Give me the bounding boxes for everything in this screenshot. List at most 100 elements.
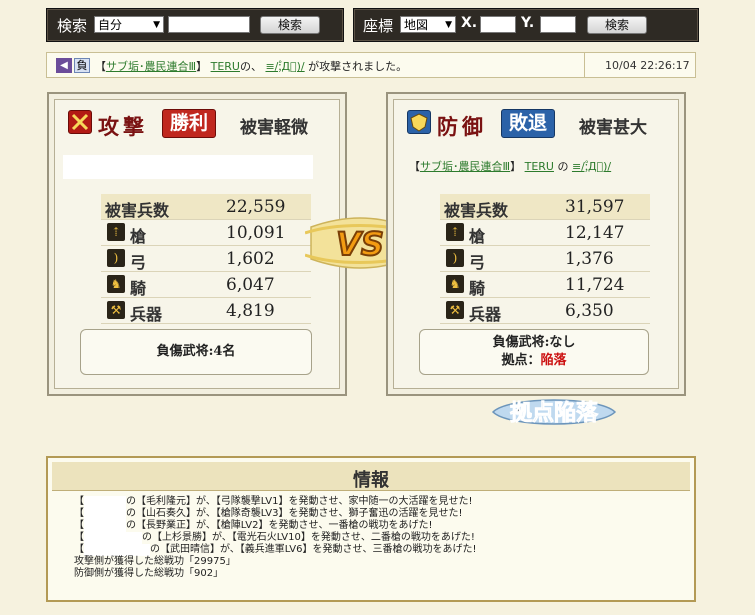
battle-notice: ◀ 負 【サブ垢･農民連合Ⅲ】 TERUの、 ≡/;゚Д゚)/ が攻撃されました… bbox=[46, 52, 696, 78]
y-coord-input[interactable] bbox=[540, 16, 576, 33]
defender-name-line: 【サブ垢･農民連合Ⅲ】 TERU の ≡/;゚Д゚)/ bbox=[409, 158, 611, 174]
coord-search-bar: 座標 地図 ▼ X. Y. 検索 bbox=[353, 8, 699, 42]
base-fallen-text: 拠点陥落 bbox=[510, 400, 599, 426]
flag-icon: ◀ bbox=[56, 58, 72, 73]
defense-cavalry-row: ♞ 騎 11,724 bbox=[440, 272, 650, 298]
attack-heading: 攻撃 bbox=[98, 114, 148, 139]
info-panel: 情報 【 の【毛利隆元】が、【弓隊襲撃LV1】を発動させ、家中随一の大活躍を見せ… bbox=[46, 456, 696, 602]
search-scope-value: 自分 bbox=[98, 18, 123, 32]
log-text: の【毛利隆元】が、【弓隊襲撃LV1】を発動させ、家中随一の大活躍を見せた! bbox=[126, 496, 473, 507]
spear-icon: ⇡ bbox=[107, 223, 125, 241]
log-prefix: 【 bbox=[74, 532, 84, 543]
injured-generals: 負傷武将:なし bbox=[492, 335, 576, 350]
notice-comma: 、 bbox=[250, 60, 262, 73]
attack-injured-box: 負傷武将:4名 bbox=[80, 329, 312, 375]
log-text: の【長野業正】が、【槍陣LV2】を発動させ、一番槍の戦功をあげた! bbox=[126, 520, 433, 531]
redacted-name bbox=[84, 508, 126, 520]
log-line: 【 の【山石奏久】が、【槍隊奇襲LV3】を発動させ、獅子奮迅の活躍を見せた! bbox=[74, 508, 476, 520]
info-title: 情報 bbox=[353, 470, 389, 491]
coord-label: 座標 bbox=[363, 17, 394, 35]
map-select-value: 地図 bbox=[404, 18, 429, 32]
defense-spear-row: ⇡ 槍 12,147 bbox=[440, 220, 650, 246]
defense-siege-row: ⚒ 兵器 6,350 bbox=[440, 298, 650, 324]
defense-summary-box: 負傷武将:なし 拠点：陥落 bbox=[419, 329, 649, 375]
horse-icon: ♞ bbox=[107, 275, 125, 293]
log-prefix: 【 bbox=[74, 496, 84, 507]
attack-panel: 攻撃 勝利 被害軽微 被害兵数 22,559 ⇡ 槍 10,091 ) 弓 1,… bbox=[47, 92, 347, 396]
defense-damage-level: 被害甚大 bbox=[579, 118, 647, 138]
row-label: 弓 bbox=[469, 253, 486, 272]
base-label: 拠点： bbox=[501, 353, 541, 368]
attack-bow-row: ) 弓 1,602 bbox=[101, 246, 311, 272]
injured-generals: 負傷武将:4名 bbox=[156, 344, 236, 359]
shield-icon bbox=[407, 110, 431, 134]
horse-icon: ♞ bbox=[446, 275, 464, 293]
log-line: 【 の【武田晴信】が、【義兵進軍LV6】を発動させ、三番槍の戦功をあげた! bbox=[74, 544, 476, 556]
defender-target-link[interactable]: ≡/;゚Д゚)/ bbox=[572, 160, 611, 173]
row-value: 4,819 bbox=[226, 301, 275, 321]
log-line: 防御側が獲得した総戦功「902」 bbox=[74, 568, 476, 580]
defense-bow-row: ) 弓 1,376 bbox=[440, 246, 650, 272]
alliance-link[interactable]: サブ垢･農民連合Ⅲ bbox=[106, 60, 196, 73]
redacted-name bbox=[84, 532, 142, 544]
row-value: 11,724 bbox=[565, 275, 625, 295]
attack-damage-level: 被害軽微 bbox=[240, 118, 308, 138]
divider bbox=[584, 53, 585, 77]
bracket-close: 】 bbox=[196, 60, 208, 73]
map-select[interactable]: 地図 ▼ bbox=[400, 16, 456, 33]
row-label: 被害兵数 bbox=[444, 201, 509, 220]
row-value: 1,376 bbox=[565, 249, 614, 269]
defender-user-link[interactable]: TERU bbox=[525, 160, 554, 173]
defense-total-row: 被害兵数 31,597 bbox=[440, 194, 650, 220]
base-fallen-value: 陥落 bbox=[540, 353, 567, 368]
defender-alliance-link[interactable]: サブ垢･農民連合Ⅲ bbox=[420, 160, 510, 173]
search-label: 検索 bbox=[57, 17, 88, 35]
attack-spear-row: ⇡ 槍 10,091 bbox=[101, 220, 311, 246]
log-prefix: 【 bbox=[74, 520, 84, 531]
log-line: 【 の【毛利隆元】が、【弓隊襲撃LV1】を発動させ、家中随一の大活躍を見せた! bbox=[74, 496, 476, 508]
search-button[interactable]: 検索 bbox=[260, 16, 320, 34]
row-value: 31,597 bbox=[565, 197, 625, 217]
defeat-badge: 敗退 bbox=[501, 109, 555, 138]
chevron-down-icon: ▼ bbox=[153, 20, 160, 30]
notice-text: 【サブ垢･農民連合Ⅲ】 TERUの、 ≡/;゚Д゚)/ が攻撃されました。 bbox=[95, 58, 407, 74]
log-line: 【 の【上杉景勝】が、【電光石火LV10】を発動させ、二番槍の戦功をあげた! bbox=[74, 532, 476, 544]
bracket-open: 【 bbox=[95, 60, 106, 73]
spear-icon: ⇡ bbox=[446, 223, 464, 241]
row-value: 6,047 bbox=[226, 275, 275, 295]
defense-panel: 防御 敗退 被害甚大 【サブ垢･農民連合Ⅲ】 TERU の ≡/;゚Д゚)/ 被… bbox=[386, 92, 686, 396]
coord-search-button[interactable]: 検索 bbox=[587, 16, 647, 34]
log-text: の【上杉景勝】が、【電光石火LV10】を発動させ、二番槍の戦功をあげた! bbox=[142, 532, 475, 543]
target-link[interactable]: ≡/;゚Д゚)/ bbox=[265, 60, 304, 73]
redacted-name bbox=[84, 520, 126, 532]
log-text: の【山石奏久】が、【槍隊奇襲LV3】を発動させ、獅子奮迅の活躍を見せた! bbox=[126, 508, 463, 519]
log-line: 【 の【長野業正】が、【槍陣LV2】を発動させ、一番槍の戦功をあげた! bbox=[74, 520, 476, 532]
attack-panel-inner: 攻撃 勝利 被害軽微 被害兵数 22,559 ⇡ 槍 10,091 ) 弓 1,… bbox=[54, 99, 340, 389]
row-value: 22,559 bbox=[226, 197, 286, 217]
log-prefix: 【 bbox=[74, 508, 84, 519]
log-prefix: 【 bbox=[74, 544, 84, 555]
log-line: 攻撃側が獲得した総戦功「29975」 bbox=[74, 556, 476, 568]
crossed-swords-icon bbox=[68, 110, 92, 134]
row-label: 槍 bbox=[469, 227, 486, 246]
search-scope-select[interactable]: 自分 ▼ bbox=[94, 16, 164, 33]
defense-heading: 防御 bbox=[437, 114, 487, 139]
bow-icon: ) bbox=[107, 249, 125, 267]
x-coord-input[interactable] bbox=[480, 16, 516, 33]
bracket-close: 】 bbox=[510, 160, 522, 173]
siege-weapon-icon: ⚒ bbox=[446, 301, 464, 319]
user-link[interactable]: TERU bbox=[211, 60, 240, 73]
search-input[interactable] bbox=[168, 16, 250, 33]
vs-text: VS bbox=[336, 225, 384, 263]
attack-total-row: 被害兵数 22,559 bbox=[101, 194, 311, 220]
notice-timestamp: 10/04 22:26:17 bbox=[605, 59, 690, 72]
notice-message: が攻撃されました。 bbox=[308, 60, 408, 73]
row-label: 弓 bbox=[130, 253, 147, 272]
row-value: 1,602 bbox=[226, 249, 275, 269]
redacted-name bbox=[84, 544, 150, 556]
base-fallen-emblem: 拠点陥落 bbox=[491, 399, 617, 426]
defeat-tag: 負 bbox=[74, 58, 90, 73]
base-status: 拠点：陥落 bbox=[420, 352, 648, 370]
victory-badge: 勝利 bbox=[162, 109, 216, 138]
row-label: 兵器 bbox=[130, 305, 163, 324]
